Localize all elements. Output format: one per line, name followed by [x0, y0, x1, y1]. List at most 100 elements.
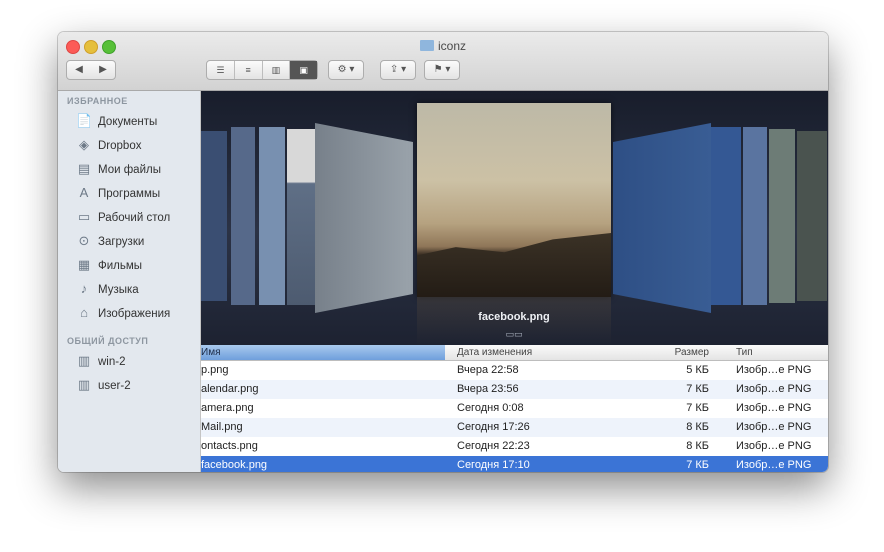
coverflow-view[interactable]: facebook.png ▭▭ — [201, 91, 828, 345]
view-mode-selector: ☰ ≡ ▥ ▣ — [206, 60, 318, 80]
cover-right-2[interactable] — [711, 127, 741, 305]
finder-window: iconz ◀ ▶ ☰ ≡ ▥ ▣ ⚙ ▾ ⇪ ▾ ⚑ ▾ ИЗБРАННОЕ 📄… — [58, 32, 828, 472]
sidebar-item-win-2[interactable]: ▥ win-2 — [58, 349, 200, 373]
table-row[interactable]: alendar.png Вчера 23:56 7 КБ Изобр…е PNG — [201, 380, 828, 399]
coverflow-view-button[interactable]: ▣ — [290, 61, 317, 79]
music-icon: ♪ — [80, 281, 88, 296]
sidebar-header-favorites: ИЗБРАННОЕ — [67, 96, 128, 106]
back-button[interactable]: ◀ — [67, 61, 91, 79]
table-row[interactable]: Mail.png Сегодня 17:26 8 КБ Изобр…е PNG — [201, 418, 828, 437]
column-header-size[interactable]: Размер — [621, 345, 709, 360]
action-button[interactable]: ⚑ ▾ — [424, 60, 460, 80]
file-date: Сегодня 22:23 — [457, 440, 530, 452]
column-header-name[interactable]: Имя — [201, 345, 445, 360]
cover-right-4[interactable] — [769, 129, 795, 303]
list-view-button[interactable]: ≡ — [235, 61, 263, 79]
file-date: Вчера 23:56 — [457, 383, 519, 395]
sidebar-item-dropbox[interactable]: ◈ Dropbox — [58, 133, 200, 157]
forward-button[interactable]: ▶ — [91, 61, 115, 79]
file-kind: Изобр…е PNG — [736, 421, 812, 433]
cover-left-1[interactable] — [201, 131, 227, 301]
file-size: 5 КБ — [686, 364, 709, 376]
sidebar-item-label: Изображения — [98, 308, 171, 320]
cover-right-3[interactable] — [743, 127, 767, 305]
sidebar-item-label: Фильмы — [98, 260, 143, 272]
file-name: amera.png — [201, 402, 254, 414]
sidebar-item-downloads[interactable]: ⊙ Загрузки — [58, 229, 200, 253]
cover-right-5[interactable] — [797, 131, 827, 301]
landscape-hill — [417, 233, 611, 297]
sidebar-item-all-files[interactable]: ▤ Мои файлы — [58, 157, 200, 181]
file-name: Mail.png — [201, 421, 243, 433]
file-kind: Изобр…е PNG — [736, 402, 812, 414]
column-header-date[interactable]: Дата изменения — [457, 345, 532, 360]
file-size: 7 КБ — [686, 383, 709, 395]
dropbox-icon: ◈ — [79, 137, 89, 152]
sidebar-item-label: Dropbox — [98, 140, 142, 152]
file-kind: Изобр…е PNG — [736, 440, 812, 452]
sidebar-item-desktop[interactable]: ▭ Рабочий стол — [58, 205, 200, 229]
network-computer-icon: ▥ — [77, 353, 91, 368]
sidebar-item-pictures[interactable]: ⌂ Изображения — [58, 301, 200, 325]
cover-left-5[interactable] — [315, 123, 413, 313]
cover-right-1[interactable] — [613, 123, 711, 313]
file-date: Сегодня 0:08 — [457, 402, 524, 414]
file-name: facebook.png — [201, 459, 268, 471]
network-computer-icon: ▥ — [77, 377, 91, 392]
file-size: 7 КБ — [686, 459, 709, 471]
coverflow-caption: facebook.png — [478, 311, 550, 323]
cover-selected[interactable] — [417, 103, 611, 297]
file-name: alendar.png — [201, 383, 259, 395]
sidebar-item-label: Рабочий стол — [98, 212, 171, 224]
file-name: p.png — [201, 364, 229, 376]
file-date: Вчера 22:58 — [457, 364, 519, 376]
sidebar-item-label: user-2 — [98, 380, 131, 392]
column-view-button[interactable]: ▥ — [263, 61, 291, 79]
file-name: ontacts.png — [201, 440, 258, 452]
sidebar-item-user-2[interactable]: ▥ user-2 — [58, 373, 200, 397]
desktop-icon: ▭ — [77, 209, 91, 224]
file-kind: Изобр…е PNG — [736, 383, 812, 395]
sidebar-item-label: Документы — [98, 116, 158, 128]
sidebar-item-label: win-2 — [98, 356, 126, 368]
all-files-icon: ▤ — [77, 161, 91, 176]
file-size: 8 КБ — [686, 440, 709, 452]
cover-left-3[interactable] — [259, 127, 285, 305]
icon-view-button[interactable]: ☰ — [207, 61, 235, 79]
file-date: Сегодня 17:10 — [457, 459, 530, 471]
file-date: Сегодня 17:26 — [457, 421, 530, 433]
downloads-icon: ⊙ — [78, 233, 90, 248]
sidebar-item-music[interactable]: ♪ Музыка — [58, 277, 200, 301]
sidebar-item-label: Музыка — [98, 284, 139, 296]
sidebar-item-documents[interactable]: 📄 Документы — [58, 109, 200, 133]
sidebar-item-applications[interactable]: A Программы — [58, 181, 200, 205]
table-row[interactable]: p.png Вчера 22:58 5 КБ Изобр…е PNG — [201, 361, 828, 380]
movies-icon: ▦ — [77, 257, 91, 272]
window-title-text: iconz — [437, 39, 466, 53]
list-header: Имя Дата изменения Размер Тип — [201, 345, 828, 361]
sidebar-item-label: Мои файлы — [98, 164, 161, 176]
column-header-kind[interactable]: Тип — [736, 345, 753, 360]
titlebar: iconz ◀ ▶ ☰ ≡ ▥ ▣ ⚙ ▾ ⇪ ▾ ⚑ ▾ — [58, 32, 828, 91]
cover-left-2[interactable] — [231, 127, 255, 305]
arrange-button[interactable]: ⚙ ▾ — [328, 60, 364, 80]
window-title: iconz — [58, 39, 828, 53]
share-button[interactable]: ⇪ ▾ — [380, 60, 416, 80]
back-forward-buttons: ◀ ▶ — [66, 60, 116, 80]
sidebar-item-movies[interactable]: ▦ Фильмы — [58, 253, 200, 277]
sidebar-item-label: Программы — [98, 188, 161, 200]
file-kind: Изобр…е PNG — [736, 364, 812, 376]
sidebar: ИЗБРАННОЕ 📄 Документы ◈ Dropbox ▤ Мои файлы… — [58, 91, 201, 472]
file-kind: Изобр…е PNG — [736, 459, 812, 471]
cover-left-4[interactable] — [287, 129, 315, 305]
applications-icon: A — [79, 185, 89, 200]
file-size: 7 КБ — [686, 402, 709, 414]
file-size: 8 КБ — [686, 421, 709, 433]
sidebar-item-label: Загрузки — [98, 236, 145, 248]
table-row-selected[interactable]: facebook.png Сегодня 17:10 7 КБ Изобр…е … — [201, 456, 828, 472]
folder-icon — [419, 40, 434, 51]
table-row[interactable]: amera.png Сегодня 0:08 7 КБ Изобр…е PNG — [201, 399, 828, 418]
documents-icon: 📄 — [76, 113, 93, 128]
file-list: Имя Дата изменения Размер Тип p.png Вчер… — [201, 345, 828, 472]
table-row[interactable]: ontacts.png Сегодня 22:23 8 КБ Изобр…е P… — [201, 437, 828, 456]
